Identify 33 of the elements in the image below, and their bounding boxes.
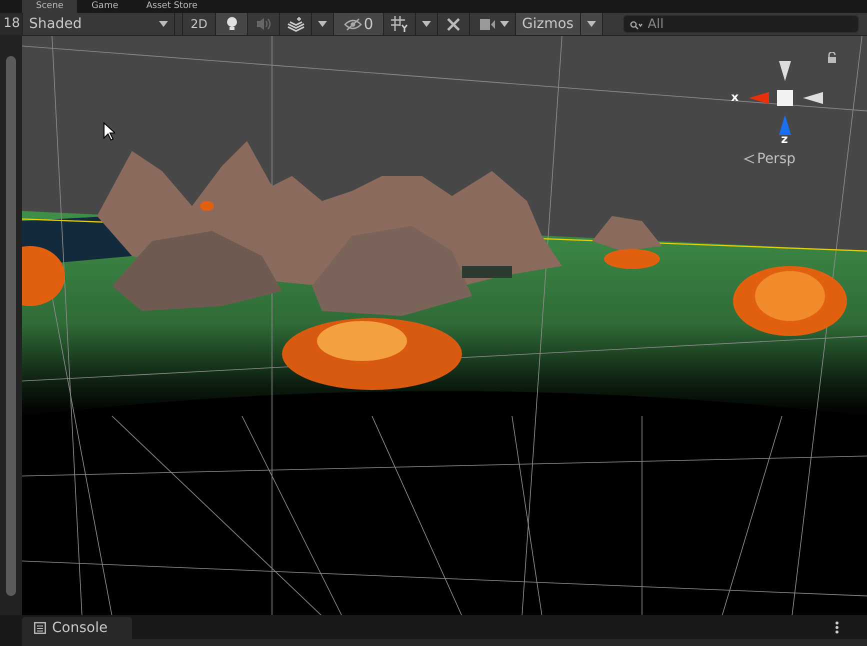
caret-icon — [500, 21, 509, 27]
caret-icon — [586, 21, 596, 27]
projection-toggle[interactable]: Persp — [743, 151, 796, 167]
editor-tab[interactable]: Asset Store — [132, 0, 212, 13]
editor-tab[interactable]: Scene — [22, 0, 78, 13]
speaker-icon — [256, 17, 272, 31]
grid-icon — [390, 16, 408, 32]
search-icon — [630, 21, 643, 30]
lighting-toggle[interactable] — [216, 13, 248, 35]
more-options-icon[interactable] — [835, 621, 839, 634]
x-axis-label: x — [731, 91, 739, 103]
gizmos-dropdown[interactable] — [580, 13, 603, 35]
eye-slash-icon — [344, 18, 362, 30]
layers-icon — [286, 16, 304, 32]
scrollbar-thumb[interactable] — [6, 56, 16, 596]
gizmos-toggle[interactable]: Gizmos — [516, 13, 581, 35]
hidden-objects-toggle[interactable]: 0 — [334, 13, 384, 35]
camera-icon — [480, 18, 496, 30]
console-tab[interactable]: Console — [22, 617, 132, 639]
editor-tab[interactable]: Game — [77, 0, 132, 13]
light-bulb-icon — [226, 16, 238, 32]
2d-toggle[interactable]: 2D — [182, 13, 216, 35]
chevron-left-icon — [743, 153, 755, 165]
padlock-icon — [827, 52, 837, 63]
z-axis-label: z — [781, 133, 788, 145]
caret-icon — [159, 21, 168, 27]
search-field[interactable]: All — [622, 15, 859, 33]
list-icon — [34, 622, 46, 634]
caret-icon — [422, 21, 431, 27]
mouse-cursor-icon — [103, 122, 115, 141]
caret-icon — [318, 21, 327, 27]
axis-gizmo-icon[interactable] — [749, 61, 823, 135]
side-label: 18 — [0, 13, 22, 35]
